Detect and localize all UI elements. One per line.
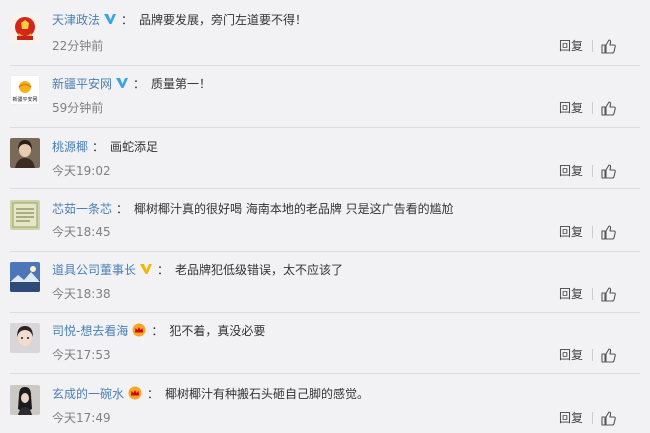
reply-button[interactable]: 回复 <box>559 286 583 302</box>
divider <box>592 349 593 361</box>
username[interactable]: 道具公司董事长 <box>52 263 136 277</box>
svg-text:新疆平安网: 新疆平安网 <box>12 96 37 103</box>
divider <box>592 412 593 424</box>
divider <box>592 40 593 52</box>
comment-text: 椰树椰汁有种搬石头砸自己脚的感觉。 <box>165 387 370 401</box>
thumbs-up-icon[interactable] <box>600 410 616 426</box>
comment-text: 画蛇添足 <box>110 140 159 154</box>
comment-item: 桃源椰 ： 画蛇添足 今天19:02 回复 <box>0 128 650 188</box>
comment-time: 22分钟前 <box>52 39 104 53</box>
comment-text: 质量第一！ <box>151 77 212 91</box>
colon: ： <box>147 387 160 401</box>
avatar[interactable] <box>10 138 40 168</box>
avatar[interactable] <box>10 323 40 353</box>
comment-time: 59分钟前 <box>52 101 104 115</box>
comment-time: 今天18:38 <box>52 287 111 301</box>
comment-item: 道具公司董事长 ： 老品牌犯低级错误，太不应该了 今天18:38 回复 <box>0 252 650 312</box>
comment-text: 椰树椰汁真的很好喝 海南本地的老品牌 只是这广告看的尴尬 <box>134 202 454 216</box>
comment-item: 司悦-想去看海 ： 犯不着，真没必要 今天17:53 回复 <box>0 313 650 373</box>
reply-button[interactable]: 回复 <box>559 410 583 426</box>
divider <box>592 165 593 177</box>
avatar[interactable] <box>10 262 40 292</box>
comment-content: 新疆平安网 ： 质量第一！ <box>52 75 211 93</box>
comment-content: 桃源椰 ： 画蛇添足 <box>52 138 158 156</box>
comment-content: 司悦-想去看海 ： 犯不着，真没必要 <box>52 322 265 340</box>
comment-content: 道具公司董事长 ： 老品牌犯低级错误，太不应该了 <box>52 261 343 279</box>
thumbs-up-icon[interactable] <box>600 224 616 240</box>
avatar[interactable] <box>10 385 40 415</box>
comment-content: 玄成的一碗水 ： 椰树椰汁有种搬石头砸自己脚的感觉。 <box>52 385 369 403</box>
divider <box>592 288 593 300</box>
avatar[interactable] <box>10 14 40 44</box>
comment-item: 天津政法 ： 品牌要发展，旁门左道要不得！ 22分钟前 回复 <box>0 0 650 65</box>
username[interactable]: 桃源椰 <box>52 140 88 154</box>
crown-badge-icon <box>127 386 143 400</box>
comment-content: 天津政法 ： 品牌要发展，旁门左道要不得！ <box>52 11 307 29</box>
verified-v-icon <box>139 262 153 276</box>
reply-button[interactable]: 回复 <box>559 100 583 116</box>
thumbs-up-icon[interactable] <box>600 347 616 363</box>
crown-badge-icon <box>131 323 147 337</box>
thumbs-up-icon[interactable] <box>600 163 616 179</box>
avatar[interactable] <box>10 200 40 230</box>
comment-text: 品牌要发展，旁门左道要不得！ <box>139 13 308 27</box>
verified-v-icon <box>103 12 117 26</box>
comment-text: 老品牌犯低级错误，太不应该了 <box>175 263 344 277</box>
comment-item: 玄成的一碗水 ： 椰树椰汁有种搬石头砸自己脚的感觉。 今天17:49 回复 <box>0 374 650 433</box>
divider <box>592 102 593 114</box>
username[interactable]: 天津政法 <box>52 13 100 27</box>
username[interactable]: 玄成的一碗水 <box>52 387 124 401</box>
reply-button[interactable]: 回复 <box>559 224 583 240</box>
comment-item: 芯茹一条芯 ： 椰树椰汁真的很好喝 海南本地的老品牌 只是这广告看的尴尬 今天18:… <box>0 189 650 251</box>
colon: ： <box>116 202 129 216</box>
reply-button[interactable]: 回复 <box>559 38 583 54</box>
comment-content: 芯茹一条芯 ： 椰树椰汁真的很好喝 海南本地的老品牌 只是这广告看的尴尬 <box>52 200 454 218</box>
colon: ： <box>92 140 105 154</box>
colon: ： <box>133 77 146 91</box>
colon: ： <box>157 263 170 277</box>
thumbs-up-icon[interactable] <box>600 286 616 302</box>
comment-item: 新疆平安网 新疆平安网 ： 质量第一！ 59分钟前 回复 <box>0 66 650 129</box>
thumbs-up-icon[interactable] <box>600 100 616 116</box>
username[interactable]: 芯茹一条芯 <box>52 202 112 216</box>
comment-time: 今天17:49 <box>52 411 111 425</box>
comment-text: 犯不着，真没必要 <box>169 324 266 338</box>
reply-button[interactable]: 回复 <box>559 163 583 179</box>
colon: ： <box>151 324 164 338</box>
thumbs-up-icon[interactable] <box>600 38 616 54</box>
avatar[interactable]: 新疆平安网 <box>10 75 40 105</box>
verified-v-icon <box>115 76 129 90</box>
comment-time: 今天18:45 <box>52 225 111 239</box>
username[interactable]: 新疆平安网 <box>52 77 112 91</box>
divider <box>592 226 593 238</box>
colon: ： <box>121 13 134 27</box>
reply-button[interactable]: 回复 <box>559 347 583 363</box>
comment-time: 今天17:53 <box>52 348 111 362</box>
username[interactable]: 司悦-想去看海 <box>52 324 128 338</box>
comment-time: 今天19:02 <box>52 164 111 178</box>
comment-list: 天津政法 ： 品牌要发展，旁门左道要不得！ 22分钟前 回复 新疆平安网 新疆平安网… <box>0 0 650 433</box>
